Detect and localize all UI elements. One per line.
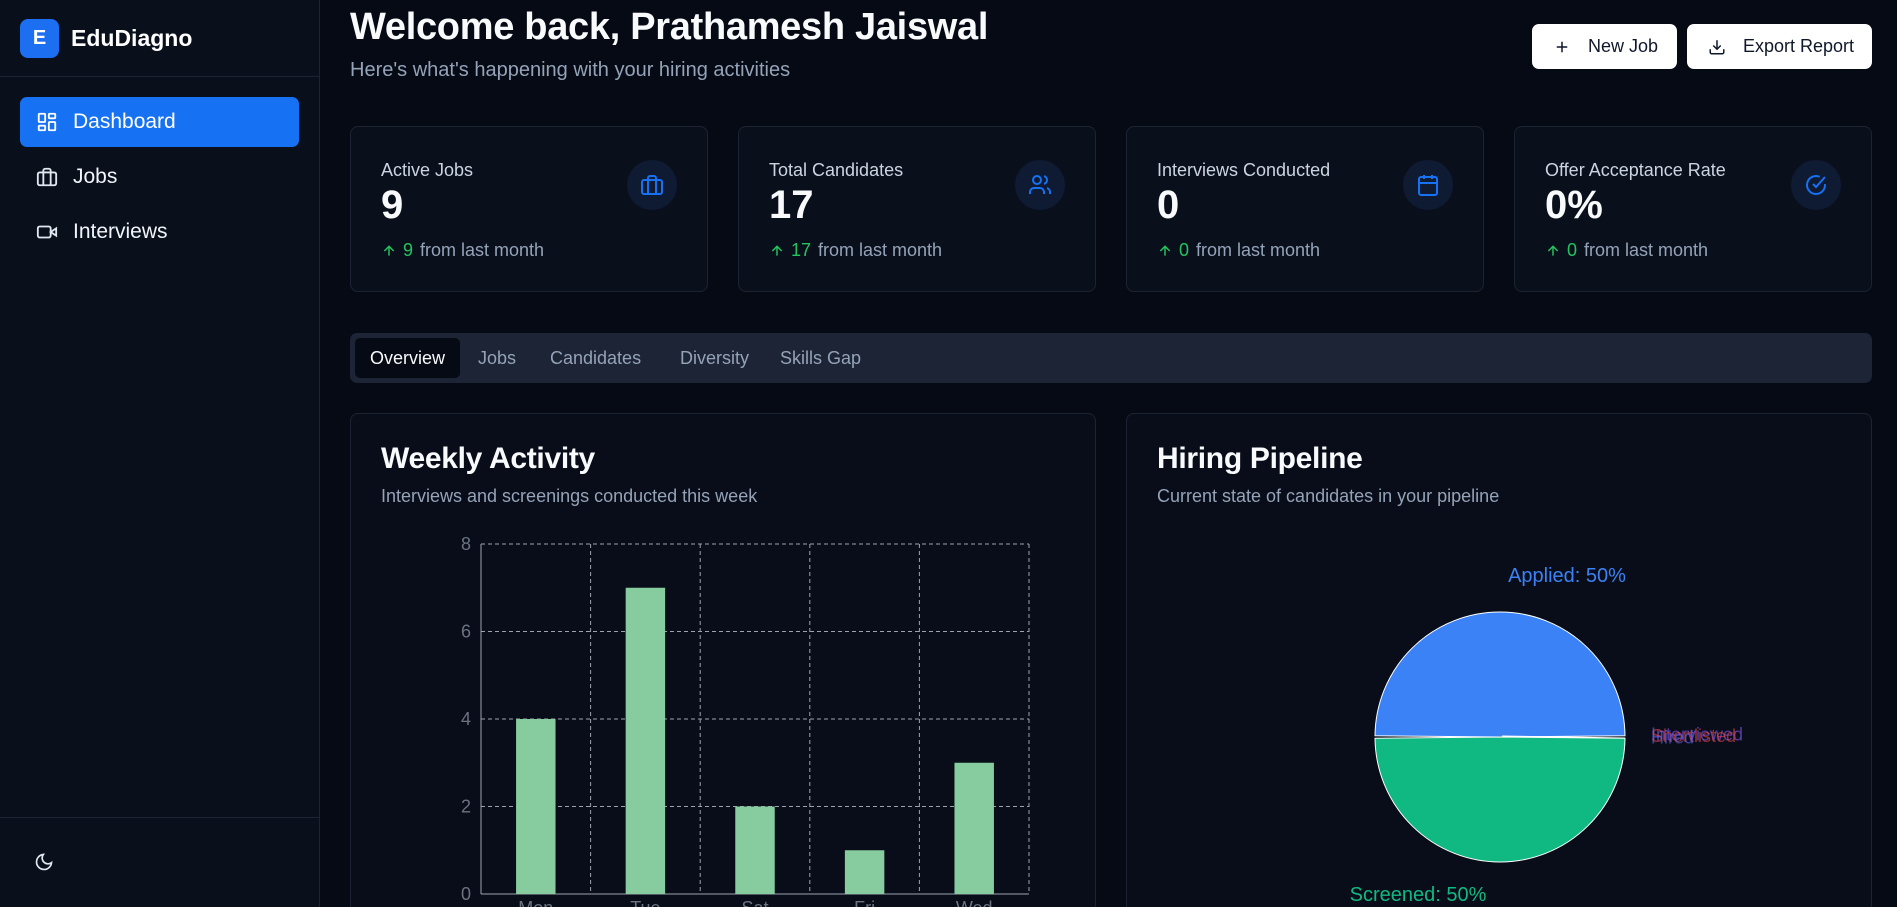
y-tick-label: 4 (461, 709, 471, 729)
page-title: Welcome back, Prathamesh Jaiswal (350, 6, 989, 48)
hiring-pipeline-chart: InterviewedShortlistedHiredApplied: 50%S… (1350, 565, 1743, 906)
bar (625, 587, 666, 894)
sidebar-item-jobs[interactable]: Jobs (20, 152, 299, 202)
calendar-icon (1403, 160, 1453, 210)
check-circle-icon (1791, 160, 1841, 210)
sidebar-item-dashboard[interactable]: Dashboard (20, 97, 299, 147)
stat-change: 9 from last month (381, 240, 544, 261)
stat-change-text: from last month (1584, 240, 1709, 260)
weekly-activity-card: Weekly Activity Interviews and screening… (350, 413, 1096, 907)
stat-change: 17 from last month (769, 240, 942, 261)
x-tick-label: Mon (518, 898, 553, 907)
stat-value: 0 (1157, 183, 1180, 227)
sidebar-footer (0, 817, 319, 907)
stat-value: 0% (1545, 183, 1603, 227)
arrow-up-icon (1157, 243, 1173, 259)
stat-change-value: 9 (403, 240, 414, 260)
video-icon (35, 220, 59, 244)
export-report-label: Export Report (1743, 36, 1855, 56)
stat-label: Active Jobs (381, 160, 474, 180)
export-report-button[interactable]: Export Report (1687, 24, 1872, 69)
sidebar-nav: Dashboard Jobs Interviews (0, 77, 319, 257)
stat-label: Offer Acceptance Rate (1545, 160, 1726, 180)
stat-card-active-jobs: Active Jobs 9 9 from last month (350, 126, 708, 292)
new-job-button[interactable]: New Job (1532, 24, 1677, 69)
briefcase-icon (627, 160, 677, 210)
x-tick-label: Sat (741, 898, 768, 907)
stat-change-text: from last month (420, 240, 545, 260)
sidebar-item-label: Jobs (73, 165, 118, 188)
arrow-up-icon (1545, 243, 1561, 259)
bar (844, 850, 885, 894)
bar (735, 806, 775, 894)
x-tick-label: Tue (630, 898, 660, 907)
stat-change-text: from last month (818, 240, 943, 260)
new-job-label: New Job (1588, 36, 1659, 56)
tab-jobs[interactable]: Jobs (463, 338, 531, 378)
brand: E EduDiagno (0, 0, 319, 77)
y-tick-label: 6 (461, 622, 471, 642)
stat-card-interviews-conducted: Interviews Conducted 0 0 from last month (1126, 126, 1484, 292)
y-tick-label: 2 (461, 797, 471, 817)
tab-overview[interactable]: Overview (355, 338, 461, 378)
moon-icon[interactable] (34, 852, 56, 874)
pie-slice (1374, 611, 1626, 738)
dashboard-icon (35, 110, 59, 134)
stat-value: 17 (769, 183, 814, 227)
stat-label: Interviews Conducted (1157, 160, 1331, 180)
stat-card-offer-acceptance: Offer Acceptance Rate 0% 0 from last mon… (1514, 126, 1872, 292)
stat-change-text: from last month (1196, 240, 1321, 260)
stat-value: 9 (381, 183, 404, 227)
x-tick-label: Fri (854, 898, 875, 907)
bar (954, 762, 994, 894)
pie-label: Screened: 50% (1350, 884, 1487, 906)
stat-change-value: 0 (1179, 240, 1190, 260)
arrow-up-icon (381, 243, 397, 259)
stat-label: Total Candidates (769, 160, 904, 180)
hiring-pipeline-card: Hiring Pipeline Current state of candida… (1126, 413, 1872, 907)
weekly-activity-chart: 0 2 4 6 8 Mon Tue Sat Fri Wed (461, 534, 1030, 907)
tab-candidates[interactable]: Candidates (535, 338, 656, 378)
stat-change-value: 0 (1567, 240, 1578, 260)
plus-icon (1552, 37, 1572, 57)
stat-change-value: 17 (791, 240, 812, 260)
sidebar-item-label: Interviews (73, 220, 168, 243)
arrow-up-icon (769, 243, 785, 259)
brand-logo[interactable]: E (20, 18, 59, 58)
bar (516, 719, 556, 894)
page-subtitle: Here's what's happening with your hiring… (350, 59, 791, 81)
sidebar: E EduDiagno Dashboard Jobs Interviews (0, 0, 320, 907)
stat-change: 0 from last month (1157, 240, 1320, 261)
stat-card-total-candidates: Total Candidates 17 17 from last month (738, 126, 1096, 292)
sidebar-item-label: Dashboard (73, 110, 176, 133)
brand-name[interactable]: EduDiagno (71, 25, 192, 52)
pie-slice (1374, 736, 1626, 863)
tab-bar: Overview Jobs Candidates Diversity Skill… (350, 333, 1872, 383)
main-content: Welcome back, Prathamesh Jaiswal Here's … (320, 0, 1897, 907)
y-tick-label: 0 (461, 884, 471, 904)
pie-label: Hired (1651, 728, 1694, 748)
sidebar-item-interviews[interactable]: Interviews (20, 207, 299, 257)
users-icon (1015, 160, 1065, 210)
stat-change: 0 from last month (1545, 240, 1708, 261)
tab-diversity[interactable]: Diversity (665, 338, 764, 378)
y-tick-label: 8 (461, 534, 471, 554)
x-tick-label: Wed (956, 898, 993, 907)
pie-label: Applied: 50% (1508, 565, 1626, 587)
download-icon (1707, 37, 1727, 57)
tab-skills-gap[interactable]: Skills Gap (765, 338, 876, 378)
briefcase-icon (35, 165, 59, 189)
